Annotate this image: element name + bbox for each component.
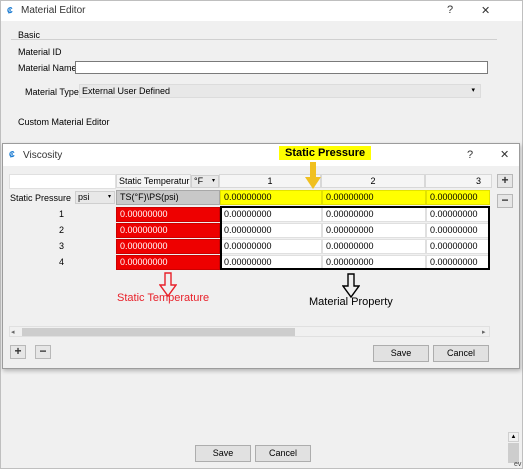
temperature-unit-value: °F [194,176,204,186]
material-type-label: Material Type [25,87,79,97]
static-pressure-annotation: Static Pressure [279,146,372,160]
pressure-unit-value: psi [78,192,90,202]
temperature-cell[interactable]: 0.00000000 [116,239,220,254]
scroll-right-arrow-icon[interactable]: ▸ [482,328,486,336]
temperature-header-label: Static Temperatur [116,174,191,188]
static-temperature-annotation: Static Temperature [117,292,210,304]
custom-editor-label: Custom Material Editor [18,117,110,127]
add-column-button[interactable]: + [497,174,513,188]
material-editor-title: Material Editor [21,5,86,16]
vertical-scrollbar[interactable] [508,443,519,463]
static-pressure-label: Static Pressure [10,193,72,203]
material-cancel-button[interactable]: Cancel [255,445,311,462]
material-save-button[interactable]: Save [195,445,251,462]
row-header[interactable]: 2 [7,223,67,238]
chevron-down-icon: ▾ [211,178,215,184]
add-row-button[interactable]: + [10,345,26,359]
viscosity-help-button[interactable]: ? [467,149,473,161]
viscosity-titlebar: ₡ Viscosity ? ✕ [3,144,519,166]
material-property-box [220,206,490,270]
table-corner-label: TS(°F)\PS(psi) [116,190,220,205]
viscosity-save-button[interactable]: Save [373,345,429,362]
material-editor-titlebar: ₡ Material Editor ? ✕ [1,1,522,21]
remove-column-button[interactable]: − [497,194,513,208]
app-icon: ₡ [9,150,15,159]
temperature-cell[interactable]: 0.00000000 [116,223,220,238]
column-header-3[interactable]: 3 [425,174,492,188]
truncated-text: ev [514,461,522,468]
scroll-left-arrow-icon[interactable]: ◂ [11,328,15,336]
pressure-cell-1[interactable]: 0.00000000 [220,190,322,205]
scrollbar-thumb[interactable] [22,328,295,336]
viscosity-close-button[interactable]: ✕ [500,148,509,161]
material-name-label: Material Name [18,63,77,73]
chevron-down-icon: ▾ [107,194,111,200]
pressure-unit-select[interactable]: psi ▾ [75,191,115,204]
column-header-2[interactable]: 2 [321,174,425,188]
pressure-arrow-icon [305,162,321,189]
row-header[interactable]: 3 [7,239,67,254]
material-name-input[interactable] [75,61,488,74]
table-corner [9,174,116,189]
temperature-cell[interactable]: 0.00000000 [116,207,220,222]
row-header[interactable]: 1 [7,207,67,222]
pressure-cell-2[interactable]: 0.00000000 [322,190,426,205]
viscosity-cancel-button[interactable]: Cancel [433,345,489,362]
temperature-unit-select[interactable]: °F ▾ [191,175,219,188]
help-button[interactable]: ? [447,4,453,16]
material-id-label: Material ID [18,47,62,57]
remove-row-button[interactable]: − [35,345,51,359]
chevron-down-icon: ▾ [471,87,475,94]
material-property-annotation: Material Property [309,296,393,308]
close-button[interactable]: ✕ [481,4,490,17]
row-header[interactable]: 4 [7,255,67,270]
temperature-cell[interactable]: 0.00000000 [116,255,220,270]
pressure-cell-3[interactable]: 0.00000000 [426,190,490,205]
scroll-up-arrow-icon[interactable]: ▲ [508,432,519,442]
app-icon: ₡ [7,6,13,15]
material-type-value: External User Defined [82,86,171,96]
viscosity-title: Viscosity [23,150,63,161]
material-type-select[interactable]: External User Defined ▾ [79,84,481,98]
